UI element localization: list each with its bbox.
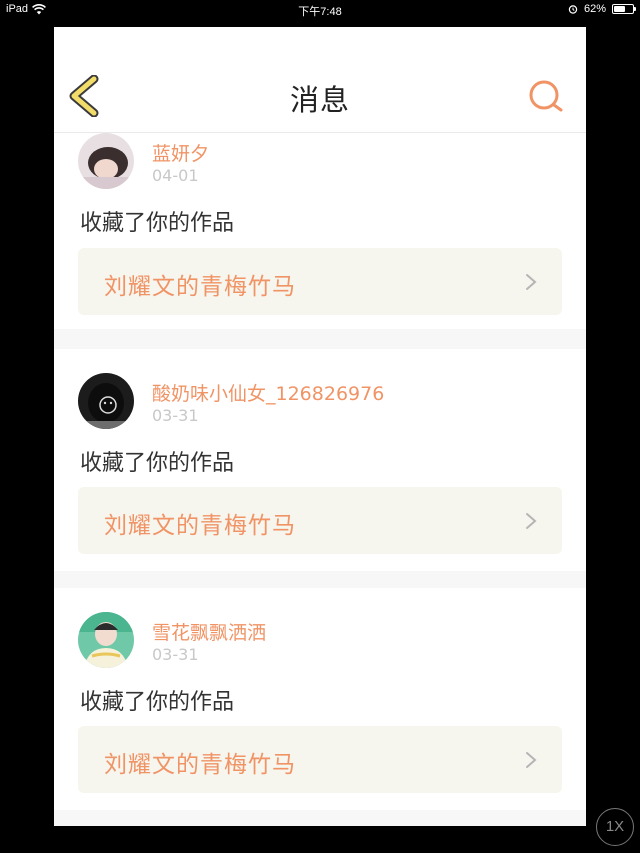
battery-icon [612, 4, 636, 14]
work-link[interactable]: 刘耀文的青梅竹马 [78, 487, 562, 554]
message-action: 收藏了你的作品 [80, 451, 235, 476]
message-date: 03-31 [152, 406, 199, 425]
app-window: 蓝妍夕 04-01 收藏了你的作品 刘耀文的青梅竹马 酸奶味小仙女_126826… [54, 27, 586, 826]
work-title: 刘耀文的青梅竹马 [104, 752, 296, 778]
work-link[interactable]: 刘耀文的青梅竹马 [78, 726, 562, 793]
status-bar: iPad 下午7:48 62% [0, 0, 640, 20]
avatar-image [78, 373, 134, 429]
username[interactable]: 雪花飘飘洒洒 [152, 618, 266, 645]
status-time: 下午7:48 [298, 6, 342, 18]
avatar-image [78, 612, 134, 668]
battery-percent: 62% [583, 3, 606, 15]
message-card: 蓝妍夕 04-01 收藏了你的作品 刘耀文的青梅竹马 [54, 107, 586, 329]
avatar[interactable] [78, 612, 134, 668]
message-card: 雪花飘飘洒洒 03-31 收藏了你的作品 刘耀文的青梅竹马 [54, 588, 586, 810]
page-title: 消息 [289, 83, 350, 117]
avatar-image [78, 133, 134, 189]
message-date: 03-31 [152, 645, 199, 664]
chevron-right-icon [526, 274, 537, 290]
username[interactable]: 蓝妍夕 [152, 139, 209, 166]
message-card: 酸奶味小仙女_126826976 03-31 收藏了你的作品 刘耀文的青梅竹马 [54, 349, 586, 571]
work-title: 刘耀文的青梅竹马 [104, 513, 296, 539]
chevron-right-icon [526, 752, 537, 768]
work-title: 刘耀文的青梅竹马 [104, 274, 296, 300]
chevron-right-icon [526, 513, 537, 529]
work-link[interactable]: 刘耀文的青梅竹马 [78, 248, 562, 315]
search-icon[interactable] [528, 78, 564, 114]
alarm-icon [568, 5, 578, 14]
battery-fill [614, 6, 626, 12]
message-action: 收藏了你的作品 [80, 211, 235, 236]
zoom-toggle-button[interactable]: 1X [596, 808, 634, 846]
avatar[interactable] [78, 373, 134, 429]
message-action: 收藏了你的作品 [80, 690, 235, 715]
avatar[interactable] [78, 133, 134, 189]
message-date: 04-01 [152, 166, 199, 185]
navigation-bar: 消息 [54, 27, 586, 133]
username[interactable]: 酸奶味小仙女_126826976 [152, 379, 384, 406]
